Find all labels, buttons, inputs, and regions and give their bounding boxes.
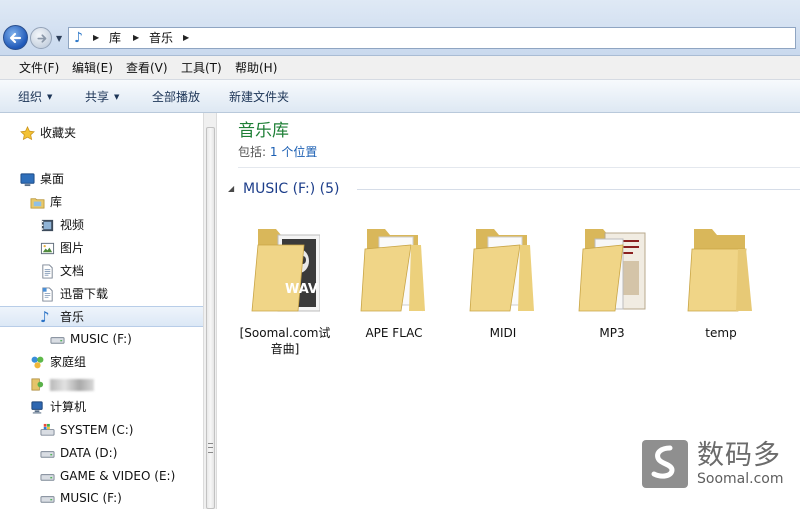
watermark-site: Soomal.com xyxy=(697,471,784,487)
star-icon xyxy=(20,126,35,141)
group-header[interactable]: MUSIC (F:) (5) xyxy=(243,180,339,198)
folder-icon xyxy=(251,229,320,312)
nav-item-videos[interactable]: 视频 xyxy=(0,215,203,236)
collapse-group-icon[interactable]: ◢ xyxy=(228,184,234,194)
document-icon xyxy=(42,264,53,279)
library-title: 音乐库 xyxy=(238,121,289,141)
folder-icon xyxy=(360,229,425,312)
user-folder-icon xyxy=(31,378,44,391)
menu-file[interactable]: 文件(F) xyxy=(19,61,59,75)
nav-item-desktop[interactable]: 桌面 xyxy=(0,169,203,190)
nav-item-libraries[interactable]: 库 xyxy=(0,192,203,213)
folder-icon xyxy=(687,229,752,312)
navigation-scrollbar[interactable] xyxy=(203,113,217,509)
explorer-window: ▼ ♪ ▶ 库 ▶ 音乐 ▶ 文件(F) 编辑(E) 查看(V) 工具(T) 帮… xyxy=(0,0,800,509)
chevron-down-icon: ▼ xyxy=(114,93,120,101)
menu-help[interactable]: 帮助(H) xyxy=(235,61,277,75)
command-bar: 组织 ▼ 共享 ▼ 全部播放 新建文件夹 xyxy=(0,80,800,113)
music-note-icon: ♪ xyxy=(40,308,50,326)
music-note-icon: ♪ xyxy=(74,30,83,46)
new-folder-button[interactable]: 新建文件夹 xyxy=(229,90,289,104)
nav-item-user[interactable] xyxy=(0,374,203,395)
nav-item-thunder-downloads[interactable]: 迅雷下载 xyxy=(0,284,203,305)
nav-item-drive-f[interactable]: MUSIC (F:) xyxy=(0,488,203,509)
chevron-right-icon[interactable]: ▶ xyxy=(183,32,189,44)
group-divider xyxy=(357,189,800,190)
nav-item-drive-c[interactable]: SYSTEM (C:) xyxy=(0,420,203,441)
drive-icon xyxy=(40,496,55,503)
nav-item-computer[interactable]: 计算机 xyxy=(0,397,203,418)
homegroup-icon xyxy=(31,356,44,369)
organize-button[interactable]: 组织 xyxy=(18,90,42,104)
address-box[interactable]: ♪ ▶ 库 ▶ 音乐 ▶ xyxy=(68,27,796,49)
download-folder-icon xyxy=(42,287,53,302)
share-button[interactable]: 共享 xyxy=(85,90,109,104)
recent-pages-dropdown[interactable]: ▼ xyxy=(56,35,66,43)
navigation-pane: 收藏夹 桌面 库 视频 图片 文档 迅雷下载 ♪ 音乐 MUSIC (F:) 家… xyxy=(0,113,203,509)
play-all-button[interactable]: 全部播放 xyxy=(152,90,200,104)
nav-item-music-drive[interactable]: MUSIC (F:) xyxy=(0,329,203,350)
nav-item-drive-e[interactable]: GAME & VIDEO (E:) xyxy=(0,466,203,487)
menu-edit[interactable]: 编辑(E) xyxy=(72,61,113,75)
drive-icon xyxy=(40,474,55,481)
back-button[interactable] xyxy=(3,25,28,50)
drive-icon xyxy=(50,337,65,344)
redacted-username xyxy=(50,379,94,391)
arrow-right-icon xyxy=(37,34,47,43)
divider xyxy=(238,167,800,168)
nav-item-music[interactable]: ♪ 音乐 xyxy=(0,306,203,327)
locations-link[interactable]: 1 个位置 xyxy=(270,145,317,159)
menu-view[interactable]: 查看(V) xyxy=(126,61,168,75)
wav-badge: WAV xyxy=(285,282,318,297)
soomal-logo-icon xyxy=(642,440,688,488)
chevron-right-icon[interactable]: ▶ xyxy=(93,32,99,44)
watermark-name: 数码多 xyxy=(697,440,781,471)
computer-icon xyxy=(31,401,43,414)
folder-label: APE FLAC xyxy=(365,326,423,340)
picture-icon xyxy=(40,242,55,255)
folder-label: [Soomal.com试 音曲] xyxy=(239,326,331,356)
drive-icon xyxy=(40,451,55,458)
chevron-down-icon: ▼ xyxy=(47,93,53,101)
arrow-left-icon xyxy=(9,32,22,44)
nav-item-drive-d[interactable]: DATA (D:) xyxy=(0,443,203,464)
breadcrumb-music[interactable]: 音乐 xyxy=(149,31,173,45)
forward-button[interactable] xyxy=(30,27,52,49)
nav-item-pictures[interactable]: 图片 xyxy=(0,238,203,259)
address-bar-area: ▼ ♪ ▶ 库 ▶ 音乐 ▶ xyxy=(0,0,800,56)
chevron-right-icon[interactable]: ▶ xyxy=(133,32,139,44)
nav-item-homegroup[interactable]: 家庭组 xyxy=(0,352,203,373)
folder-icon xyxy=(578,229,646,312)
folder-label: MP3 xyxy=(599,326,625,340)
grip-icon xyxy=(208,443,213,453)
menu-tools[interactable]: 工具(T) xyxy=(181,61,222,75)
menu-bar: 文件(F) 编辑(E) 查看(V) 工具(T) 帮助(H) xyxy=(0,56,800,80)
system-drive-icon xyxy=(40,423,55,436)
breadcrumb-libraries[interactable]: 库 xyxy=(109,31,121,45)
nav-item-favorites[interactable]: 收藏夹 xyxy=(0,123,203,144)
watermark: 数码多 Soomal.com xyxy=(640,436,790,496)
nav-item-documents[interactable]: 文档 xyxy=(0,261,203,282)
desktop-icon xyxy=(20,173,35,187)
folder-label: MIDI xyxy=(489,326,517,340)
library-includes: 包括: 1 个位置 xyxy=(238,145,318,159)
library-icon xyxy=(30,198,45,209)
video-icon xyxy=(41,219,54,232)
folder-icon xyxy=(469,229,534,312)
folder-label: temp xyxy=(705,326,737,340)
